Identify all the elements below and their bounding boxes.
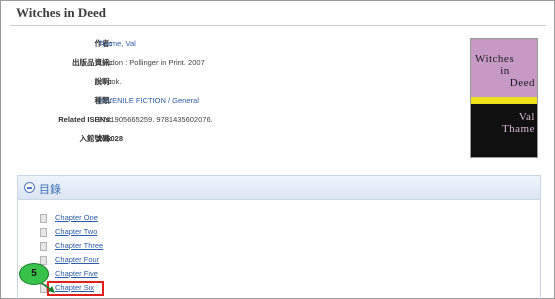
toc-heading: 目錄: [39, 184, 61, 196]
page-title: Witches in Deed: [16, 5, 107, 20]
meta-row-publication: 出版品資訊: London : Pollinger in Print. 2007: [20, 57, 440, 76]
meta-row-description: 說明: eBook.: [20, 76, 440, 95]
book-metadata: 作者: Thame, Val 出版品資訊: London : Pollinger…: [20, 38, 440, 152]
category-link[interactable]: JUVENILE FICTION / General: [98, 95, 199, 107]
step-badge: 5: [19, 263, 49, 285]
meta-value: eBook.: [98, 77, 122, 86]
title-bar: Witches in Deed: [10, 2, 546, 26]
cover-stripe: [471, 97, 537, 104]
step-number: 5: [31, 268, 37, 279]
cover-title-line: Deed: [509, 77, 535, 89]
chapter-link[interactable]: Chapter Five: [55, 269, 98, 278]
chapter-link[interactable]: Chapter Two: [55, 227, 97, 236]
cover-title: Witches in Deed: [475, 53, 535, 89]
meta-value: London : Pollinger in Print. 2007: [98, 58, 205, 67]
cover-author: Val Thame: [479, 111, 535, 135]
meta-row-isbns: Related ISBNs: 9781905665259. 9781435602…: [20, 114, 440, 133]
cover-author-line: Val: [518, 111, 535, 123]
meta-row-category: 種類: JUVENILE FICTION / General: [20, 95, 440, 114]
author-link[interactable]: Thame, Val: [98, 38, 136, 50]
meta-row-accession: 入館號碼: 206028: [20, 133, 440, 152]
meta-value: 206028: [98, 134, 124, 143]
book-cover: Witches in Deed Val Thame: [470, 38, 538, 158]
chapter-link[interactable]: Chapter Three: [55, 241, 103, 250]
meta-value: 9781905665259. 9781435602076.: [98, 115, 213, 124]
chapter-link[interactable]: Chapter One: [55, 213, 98, 222]
chapter-link[interactable]: Chapter Four: [55, 255, 99, 264]
document-icon: [40, 214, 47, 223]
document-icon: [40, 284, 47, 293]
collapse-icon[interactable]: [24, 182, 35, 193]
meta-row-author: 作者: Thame, Val: [20, 38, 440, 57]
cover-title-line: Witches: [475, 53, 515, 65]
document-icon: [40, 242, 47, 251]
cover-title-line: in: [500, 65, 510, 77]
cover-author-line: Thame: [501, 123, 535, 135]
document-icon: [40, 228, 47, 237]
toc-header[interactable]: 目錄: [18, 176, 540, 200]
highlight-box: [47, 281, 104, 296]
